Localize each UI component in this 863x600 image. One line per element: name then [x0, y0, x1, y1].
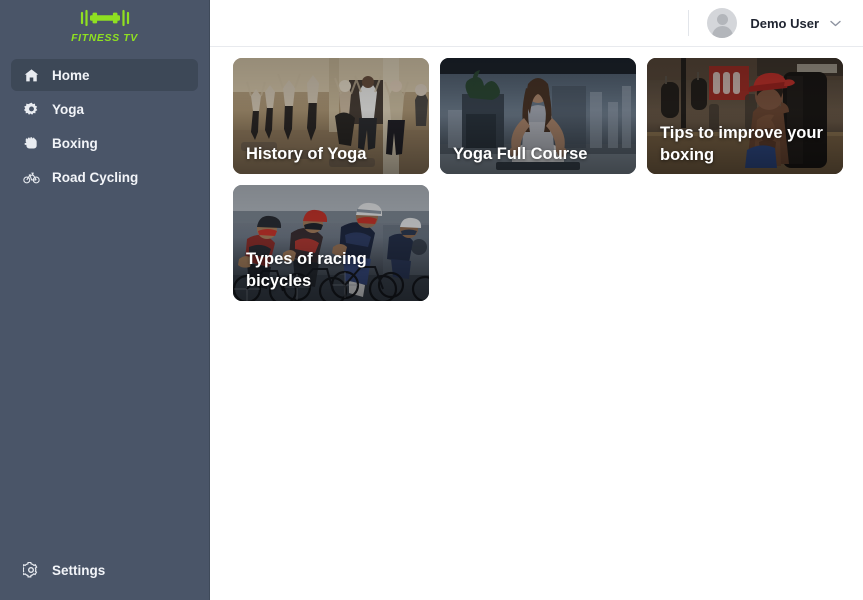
fist-icon: [21, 133, 41, 153]
yoga-gear-icon: [21, 99, 41, 119]
header-divider: [688, 10, 690, 36]
sidebar-item-label: Boxing: [52, 135, 98, 151]
sidebar-bottom: Settings: [0, 554, 209, 600]
sidebar-item-boxing[interactable]: Boxing: [11, 127, 198, 159]
user-menu[interactable]: Demo User: [707, 8, 841, 38]
sidebar-item-label: Settings: [52, 562, 106, 578]
card-title: History of Yoga: [246, 145, 367, 163]
video-card[interactable]: History of Yoga: [233, 58, 429, 174]
video-card[interactable]: Tips to improve your boxing: [647, 58, 843, 174]
sidebar-item-label: Home: [52, 67, 90, 83]
video-card[interactable]: Types of racing bicycles: [233, 185, 429, 301]
dumbbell-icon: [77, 8, 133, 32]
brand-name: FITNESS TV: [71, 31, 138, 44]
sidebar-item-home[interactable]: Home: [11, 59, 198, 91]
top-header: Demo User: [210, 0, 863, 47]
sidebar-item-label: Road Cycling: [52, 169, 139, 185]
card-title: Yoga Full Course: [453, 145, 588, 163]
app-root: FITNESS TV Home Yoga Boxing Road Cycling…: [0, 0, 863, 600]
chevron-down-icon[interactable]: [830, 20, 841, 27]
main-area: Demo User History of Yoga Yoga Full Cour…: [210, 0, 863, 600]
card-title: Tips to improve your boxing: [660, 124, 823, 164]
sidebar-item-yoga[interactable]: Yoga: [11, 93, 198, 125]
sidebar-item-label: Yoga: [52, 101, 85, 117]
sidebar: FITNESS TV Home Yoga Boxing Road Cycling…: [0, 0, 210, 600]
sidebar-item-road-cycling[interactable]: Road Cycling: [11, 161, 198, 193]
video-card[interactable]: Yoga Full Course: [440, 58, 636, 174]
gear-icon: [21, 560, 41, 580]
video-card-grid: History of Yoga Yoga Full Course Tips to…: [233, 58, 863, 301]
user-avatar-icon: [707, 8, 738, 38]
content-area: History of Yoga Yoga Full Course Tips to…: [210, 47, 863, 600]
user-name-label: Demo User: [750, 15, 819, 31]
bicycle-icon: [21, 167, 41, 187]
card-title: Types of racing bicycles: [246, 250, 367, 290]
sidebar-item-settings[interactable]: Settings: [11, 554, 198, 586]
home-icon: [21, 65, 41, 85]
sidebar-nav: Home Yoga Boxing Road Cycling: [0, 59, 209, 193]
brand-logo[interactable]: FITNESS TV: [0, 0, 209, 47]
